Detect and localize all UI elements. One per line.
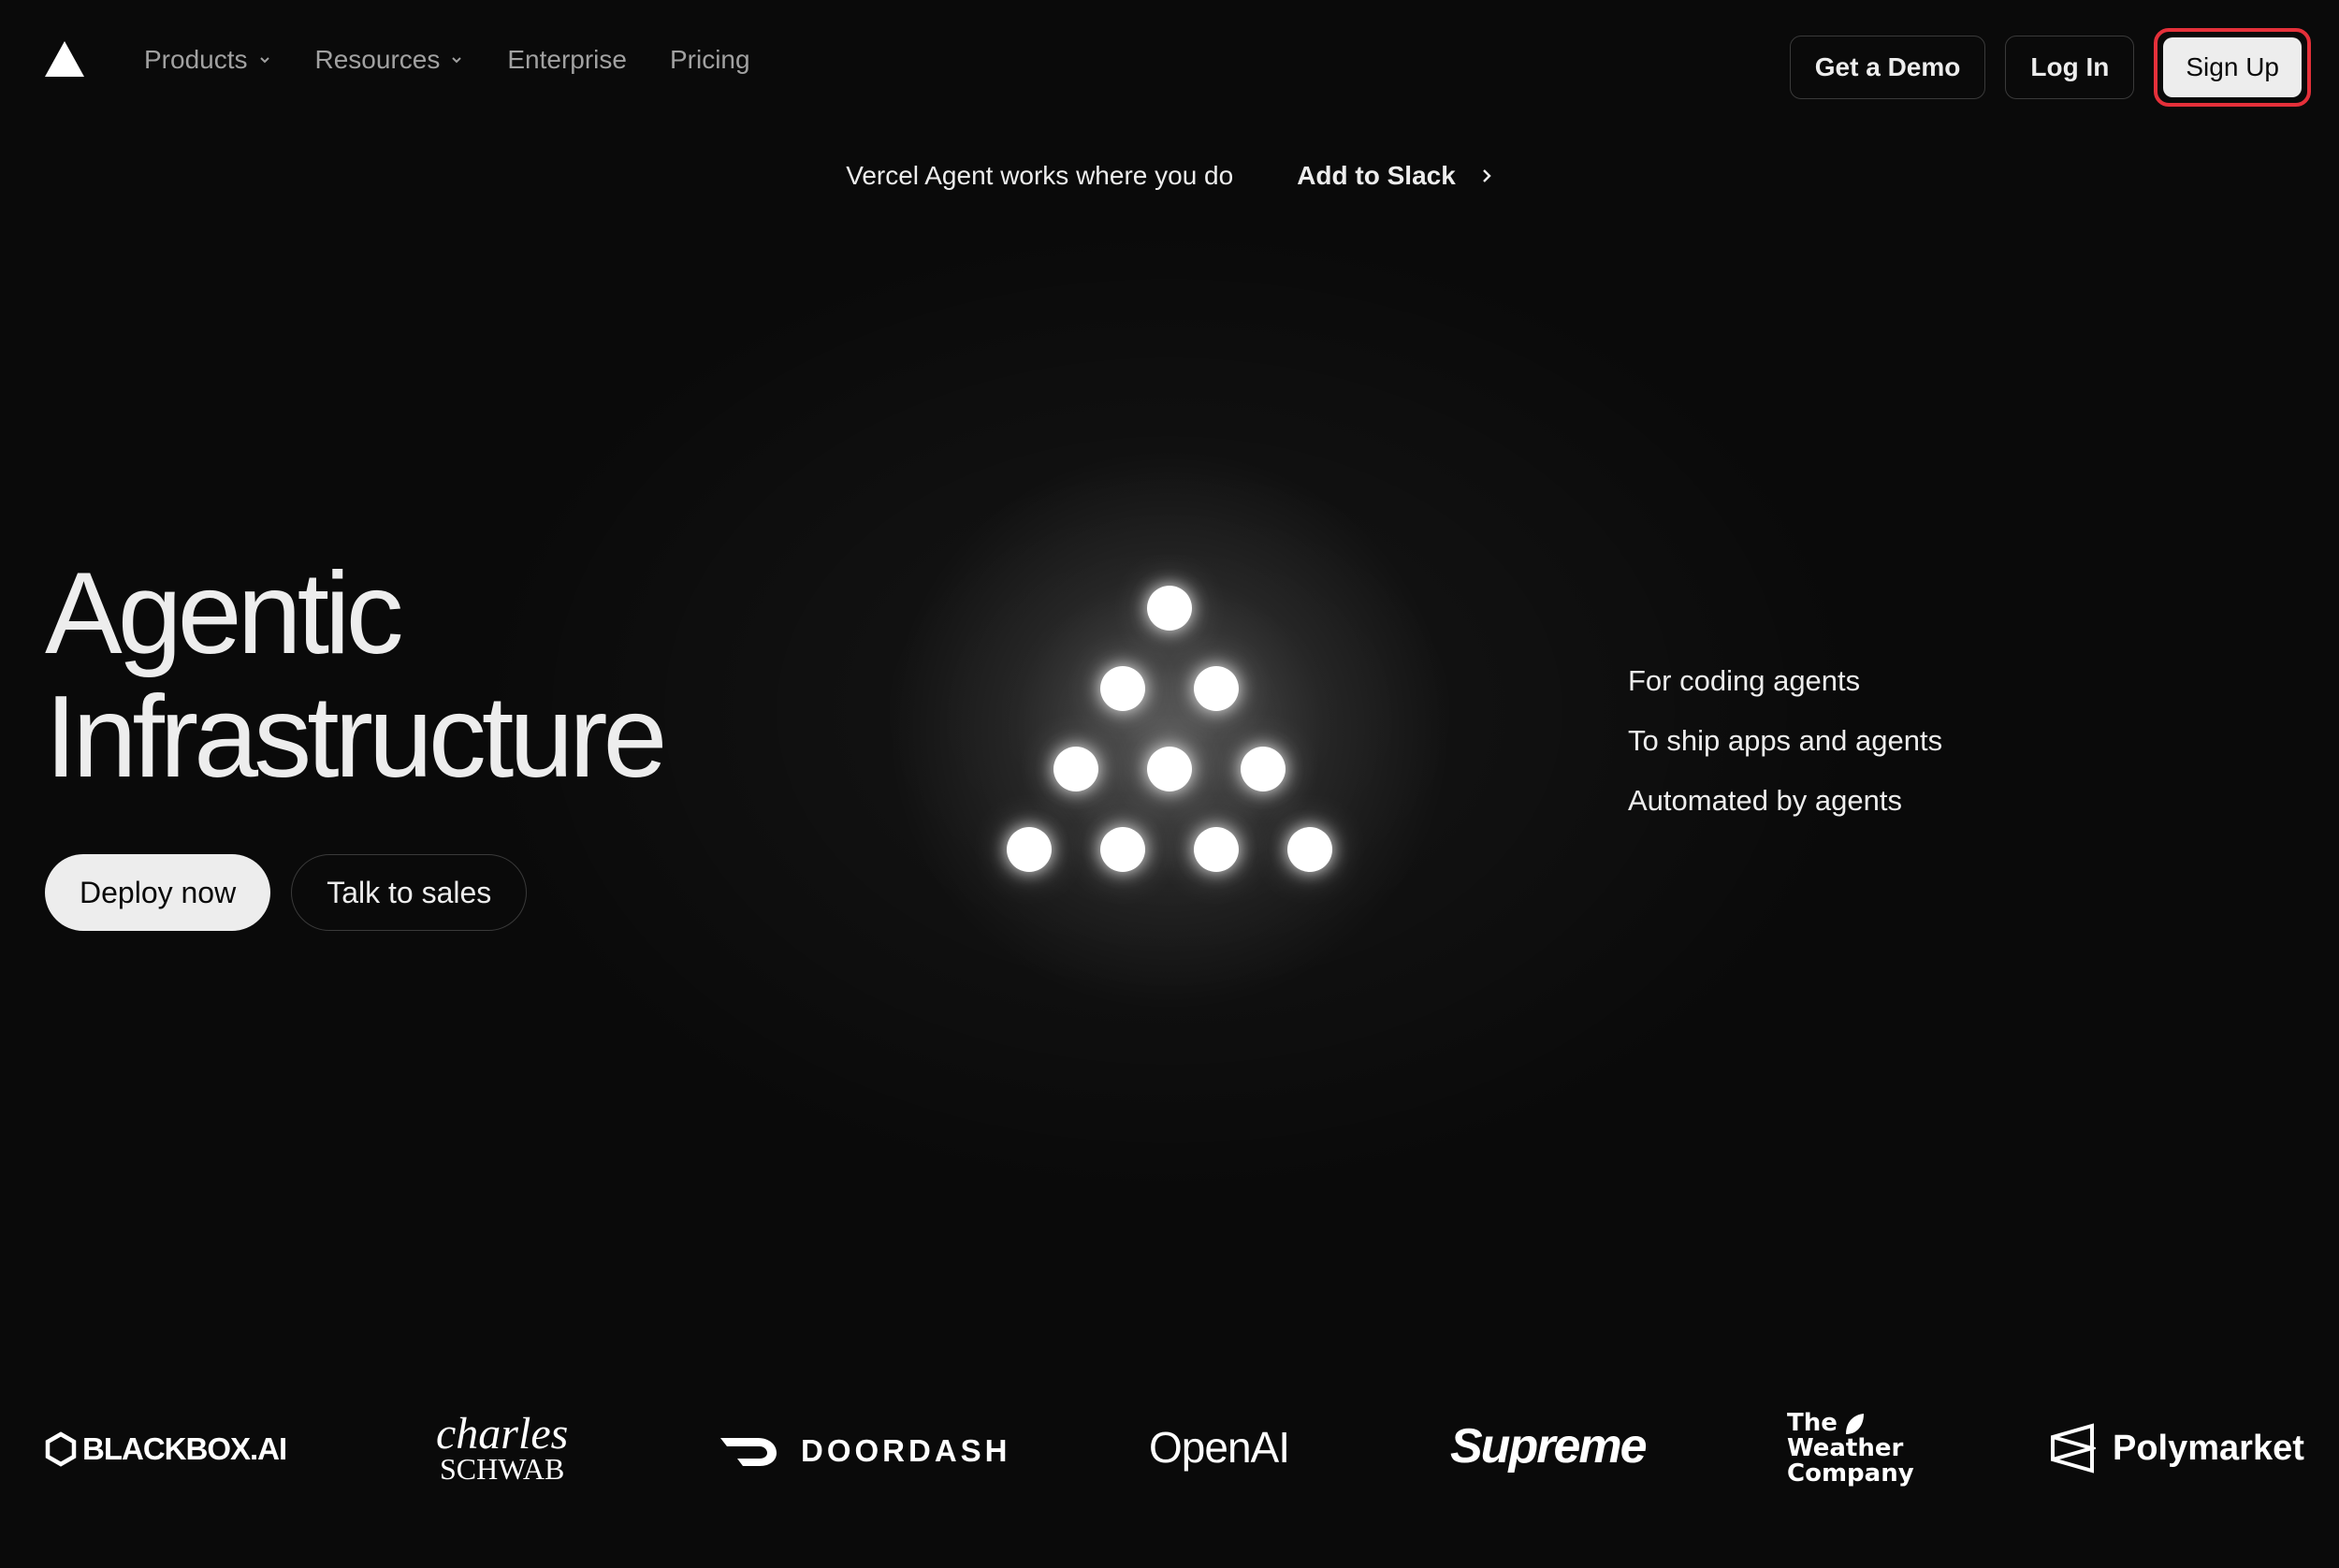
add-to-slack-label: Add to Slack [1297,161,1456,190]
polymarket-wordmark: Polymarket [2113,1428,2304,1468]
talk-to-sales-button[interactable]: Talk to sales [291,854,528,931]
add-to-slack-link[interactable]: Add to Slack [1297,161,1493,191]
polymarket-icon [2051,1423,2096,1474]
customer-logos: BLACKBOX.AI charles SCHWAB DOORDASH Open… [0,1394,2339,1506]
glow-dot [1100,666,1145,711]
supreme-wordmark: Supreme [1450,1419,1648,1474]
weather-company-logo: The Weather Company [1787,1411,1914,1487]
glow-dot [1194,666,1239,711]
supreme-logo: Supreme [1450,1418,1648,1474]
glow-dot [1053,747,1098,791]
get-demo-button[interactable]: Get a Demo [1789,36,1986,99]
top-navbar: Products Resources Enterprise Pricing Ge… [0,0,2339,120]
chevron-right-icon [1482,169,1491,182]
nav-products-label: Products [144,45,248,74]
blackbox-logo: BLACKBOX.AI [45,1431,287,1467]
deploy-now-button[interactable]: Deploy now [45,854,271,931]
weather-weather-text: Weather [1787,1434,1904,1462]
glow-dot [1007,827,1052,872]
hero-title-line-2: Infrastructure [45,673,667,802]
dot-triangle-graphic [992,571,1347,889]
nav-resources-label: Resources [314,45,441,74]
blackbox-hexagon-icon [45,1431,77,1467]
log-in-button[interactable]: Log In [2005,36,2135,99]
tagline-list: For coding agents To ship apps and agent… [1628,661,1942,840]
weather-company-text: Company [1787,1459,1914,1488]
weather-the-text: The [1787,1409,1838,1437]
glow-dot [1147,747,1192,791]
weather-line-1: The [1787,1411,1866,1436]
doordash-logo: DOORDASH [720,1433,1011,1469]
doordash-wordmark: DOORDASH [801,1433,1011,1468]
nav-actions: Get a Demo Log In Sign Up [1789,28,2311,107]
nav-resources[interactable]: Resources [315,45,465,75]
sign-up-highlight: Sign Up [2154,28,2311,107]
nav-products[interactable]: Products [144,45,272,75]
charles-schwab-logo: charles SCHWAB [436,1409,569,1486]
polymarket-logo: Polymarket [2049,1422,2304,1474]
glow-dot [1100,827,1145,872]
openai-wordmark: OpenAI [1149,1423,1290,1472]
tagline-item: To ship apps and agents [1628,724,1943,757]
schwab-name-text: SCHWAB [439,1452,565,1486]
openai-logo: OpenAI [1149,1422,1290,1473]
hero-buttons: Deploy now Talk to sales [45,854,528,931]
hero-title: Agentic Infrastructure [45,549,667,802]
announcement-text: Vercel Agent works where you do [846,161,1234,190]
glow-dot [1194,827,1239,872]
announcement-bar: Vercel Agent works where you do Add to S… [0,161,2339,191]
nav-pricing[interactable]: Pricing [670,45,750,75]
doordash-dash-icon [720,1438,777,1466]
hero-title-line-1: Agentic [45,549,404,678]
chevron-down-icon [259,57,269,64]
weather-leaf-icon [1845,1413,1864,1434]
blackbox-wordmark: BLACKBOX.AI [82,1431,287,1466]
glow-dot [1287,827,1332,872]
tagline-item: Automated by agents [1628,784,1902,817]
nav-links: Products Resources Enterprise Pricing [144,37,750,82]
vercel-logo-icon[interactable] [45,41,84,77]
glow-dot [1147,586,1192,631]
sign-up-button[interactable]: Sign Up [2163,37,2302,97]
nav-enterprise[interactable]: Enterprise [507,45,627,75]
nav-enterprise-label: Enterprise [507,45,627,74]
tagline-item: For coding agents [1628,664,1861,697]
nav-pricing-label: Pricing [669,45,750,74]
schwab-charles-text: charles [436,1409,569,1459]
glow-dot [1241,747,1286,791]
chevron-down-icon [452,57,462,64]
